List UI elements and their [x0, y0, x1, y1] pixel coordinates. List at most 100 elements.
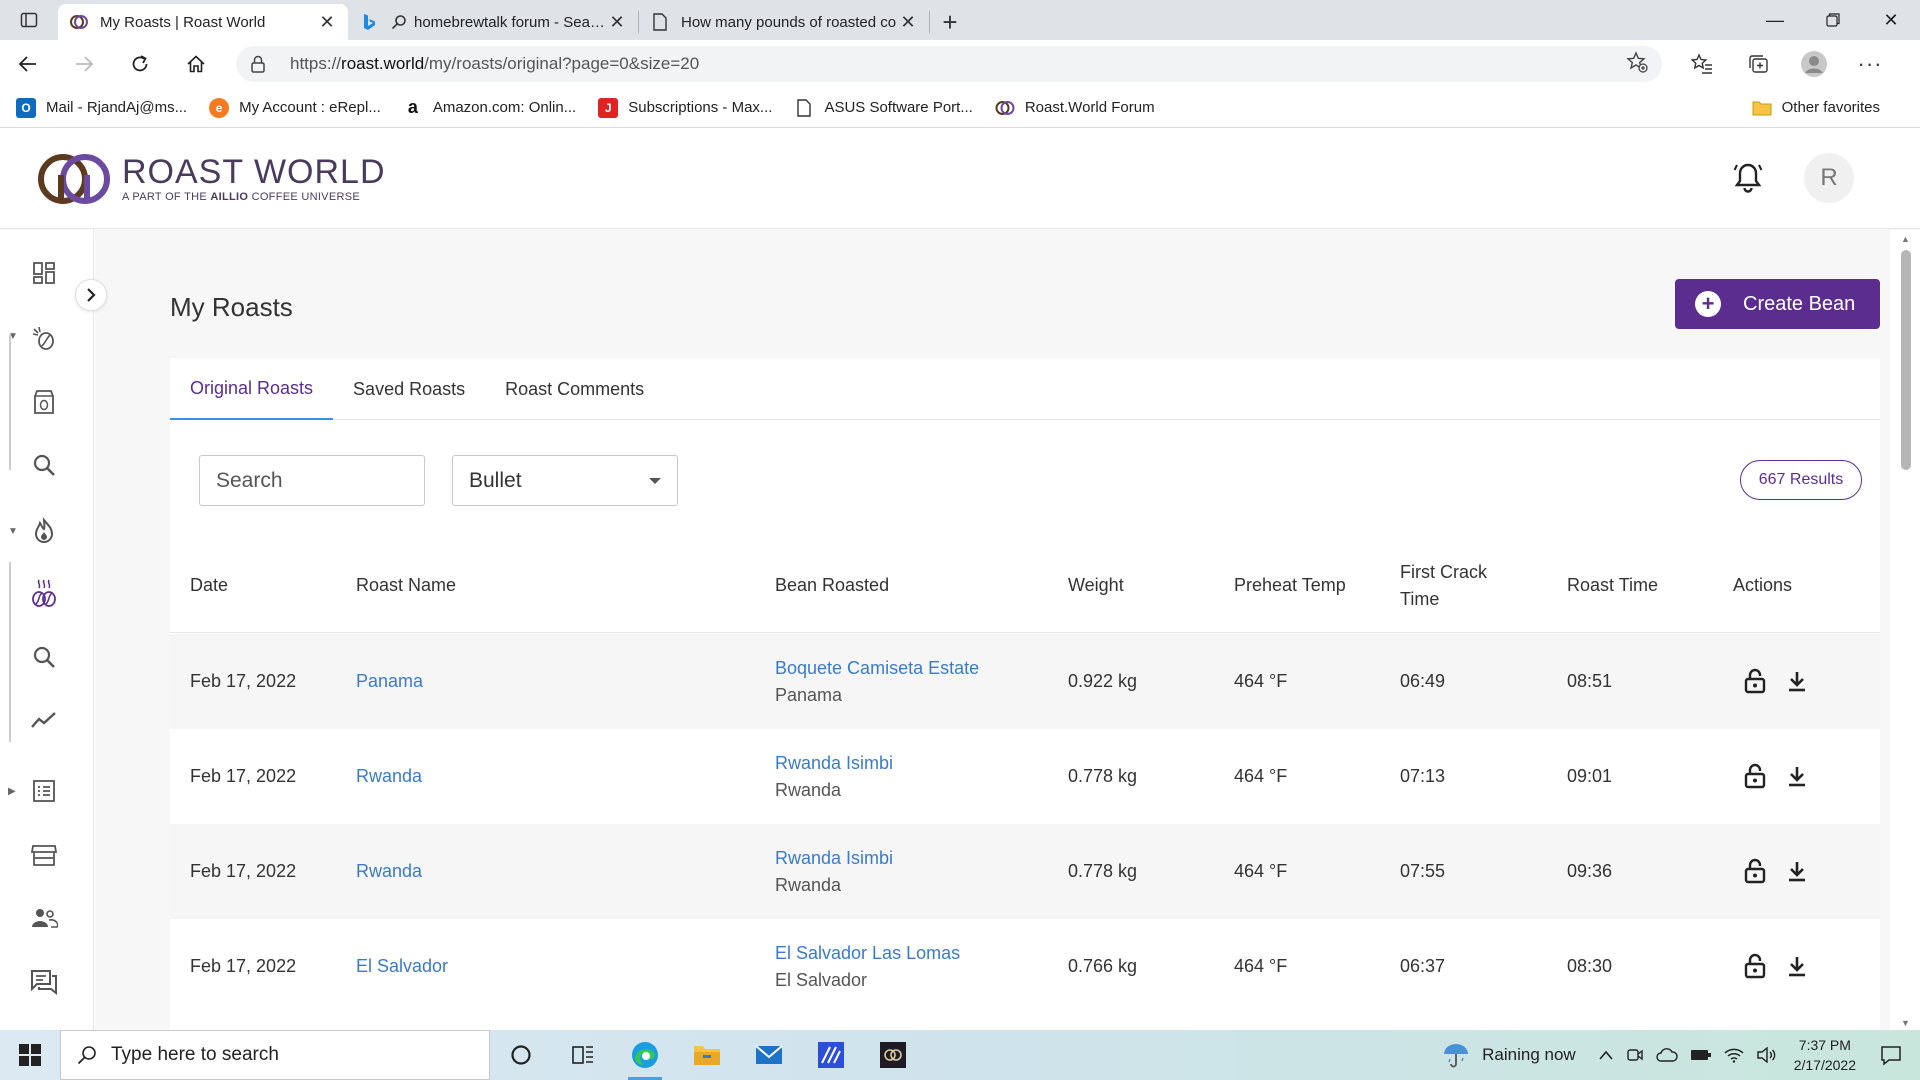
taskbar-app-dark[interactable] — [862, 1030, 924, 1080]
collections-button[interactable] — [1730, 44, 1786, 84]
url-field[interactable]: https://roast.world/my/roasts/original?p… — [236, 46, 1662, 82]
settings-more-button[interactable]: ··· — [1842, 44, 1898, 84]
roaster-filter-select[interactable]: Bullet — [452, 455, 678, 506]
row-roast-name-link[interactable]: Rwanda — [356, 729, 422, 824]
lock-button[interactable] — [1738, 759, 1772, 793]
other-favorites[interactable]: Other favorites — [1752, 98, 1880, 118]
notifications-center-icon[interactable] — [1880, 1044, 1902, 1066]
close-tab-icon[interactable]: ✕ — [608, 12, 626, 33]
favorite-mail[interactable]: O Mail - RjandAj@ms... — [16, 97, 187, 118]
row-roast-name-link[interactable]: Panama — [356, 634, 423, 729]
tab-roast-comments[interactable]: Roast Comments — [485, 358, 664, 420]
nav-forum[interactable] — [28, 966, 60, 998]
favorite-asus[interactable]: ASUS Software Port... — [794, 98, 973, 118]
column-header-date[interactable]: Date — [190, 538, 228, 633]
column-header-roast-name[interactable]: Roast Name — [356, 538, 456, 633]
row-roast-name-link[interactable]: Rwanda — [356, 824, 422, 919]
row-bean-link[interactable]: Rwanda Isimbi — [775, 845, 893, 872]
download-icon — [1789, 957, 1805, 977]
nav-roasts[interactable] — [28, 515, 60, 547]
lock-button[interactable] — [1738, 664, 1772, 698]
column-header-weight[interactable]: Weight — [1068, 538, 1124, 633]
search-input[interactable] — [199, 455, 425, 506]
onedrive-cloud-icon[interactable] — [1656, 1047, 1678, 1063]
column-header-roast-time[interactable]: Roast Time — [1567, 538, 1658, 633]
nav-search-roasts[interactable] — [28, 641, 60, 673]
weather-text[interactable]: Raining now — [1482, 1045, 1576, 1065]
nav-analytics[interactable] — [28, 704, 60, 736]
tab-saved-roasts[interactable]: Saved Roasts — [333, 358, 485, 420]
tab-original-roasts[interactable]: Original Roasts — [170, 358, 334, 420]
tab-actions-button[interactable] — [0, 0, 58, 40]
browser-tab-article[interactable]: How many pounds of roasted co ✕ — [639, 4, 929, 40]
download-button[interactable] — [1780, 664, 1814, 698]
favorite-roastworld-forum[interactable]: Roast.World Forum — [995, 98, 1155, 118]
wifi-icon[interactable] — [1724, 1047, 1744, 1063]
lock-button[interactable] — [1738, 854, 1772, 888]
column-header-first-crack-time[interactable]: First Crack Time — [1400, 538, 1510, 633]
nav-inventory[interactable] — [28, 386, 60, 418]
taskbar-app-blue[interactable] — [800, 1030, 862, 1080]
scroll-up-arrow-icon[interactable]: ▲ — [1901, 234, 1910, 244]
nav-lists[interactable] — [28, 775, 60, 807]
browser-tab-bing[interactable]: homebrewtalk forum - Search ✕ — [348, 4, 638, 40]
back-button[interactable] — [0, 40, 56, 88]
user-avatar[interactable]: R — [1804, 153, 1854, 203]
cortana-button[interactable] — [490, 1030, 552, 1080]
lock-button[interactable] — [1738, 949, 1772, 983]
column-header-preheat-temp[interactable]: Preheat Temp — [1234, 538, 1346, 633]
close-window-button[interactable]: ✕ — [1862, 0, 1920, 40]
favorite-star-icon[interactable] — [1626, 50, 1648, 78]
start-button[interactable] — [0, 1030, 60, 1080]
close-tab-icon[interactable]: ✕ — [899, 12, 917, 33]
task-view-button[interactable] — [552, 1030, 614, 1080]
taskbar-search-box[interactable]: Type here to search — [60, 1030, 490, 1080]
caret-down-icon[interactable]: ▼ — [8, 526, 18, 537]
lock-icon[interactable] — [250, 55, 272, 73]
browser-tab-roastworld[interactable]: My Roasts | Roast World ✕ — [58, 4, 348, 40]
download-button[interactable] — [1780, 949, 1814, 983]
caret-right-icon[interactable]: ▶ — [8, 786, 16, 797]
meet-now-icon[interactable] — [1626, 1046, 1644, 1064]
roastworld-logo[interactable]: ROAST WORLD A PART OF THE AILLIO COFFEE … — [36, 149, 386, 209]
page-scrollbar[interactable]: ▲ ▼ — [1890, 230, 1920, 1030]
scroll-down-arrow-icon[interactable]: ▼ — [1901, 1018, 1910, 1028]
download-button[interactable] — [1780, 854, 1814, 888]
favorite-ereplacement[interactable]: e My Account : eRepl... — [209, 97, 381, 118]
nav-my-roasts[interactable] — [28, 577, 60, 609]
column-header-bean-roasted[interactable]: Bean Roasted — [775, 538, 889, 633]
row-bean-link[interactable]: Rwanda Isimbi — [775, 750, 893, 777]
close-tab-icon[interactable]: ✕ — [318, 12, 336, 33]
notifications-button[interactable] — [1733, 161, 1763, 198]
profile-button[interactable] — [1786, 44, 1842, 84]
row-bean-link[interactable]: El Salvador Las Lomas — [775, 940, 960, 967]
chevron-up-icon[interactable] — [1598, 1049, 1614, 1061]
taskbar-mail[interactable] — [738, 1030, 800, 1080]
expand-sidebar-button[interactable] — [75, 279, 107, 311]
refresh-button[interactable] — [112, 40, 168, 88]
nav-shop[interactable] — [28, 839, 60, 871]
volume-icon[interactable] — [1756, 1047, 1776, 1063]
restore-button[interactable] — [1804, 0, 1862, 40]
nav-search-beans[interactable] — [28, 449, 60, 481]
row-bean-link[interactable]: Boquete Camiseta Estate — [775, 655, 979, 682]
forward-button[interactable] — [56, 40, 112, 88]
favorites-button[interactable] — [1674, 44, 1730, 84]
create-bean-button[interactable]: + Create Bean — [1675, 279, 1880, 329]
scrollbar-thumb[interactable] — [1901, 250, 1911, 470]
download-button[interactable] — [1780, 759, 1814, 793]
nav-beans[interactable] — [28, 322, 60, 354]
weather-umbrella-icon[interactable] — [1442, 1041, 1470, 1069]
system-clock[interactable]: 7:37 PM 2/17/2022 — [1794, 1035, 1856, 1075]
home-button[interactable] — [168, 40, 224, 88]
new-tab-button[interactable]: + — [930, 4, 970, 40]
minimize-button[interactable]: — — [1746, 0, 1804, 40]
battery-icon[interactable] — [1690, 1048, 1712, 1062]
taskbar-edge[interactable] — [614, 1030, 676, 1080]
nav-community[interactable] — [28, 902, 60, 934]
taskbar-file-explorer[interactable] — [676, 1030, 738, 1080]
row-roast-name-link[interactable]: El Salvador — [356, 919, 448, 1014]
nav-dashboard[interactable] — [28, 257, 60, 289]
favorite-amazon[interactable]: a Amazon.com: Onlin... — [403, 97, 576, 118]
favorite-subscriptions[interactable]: J Subscriptions - Max... — [598, 97, 772, 118]
